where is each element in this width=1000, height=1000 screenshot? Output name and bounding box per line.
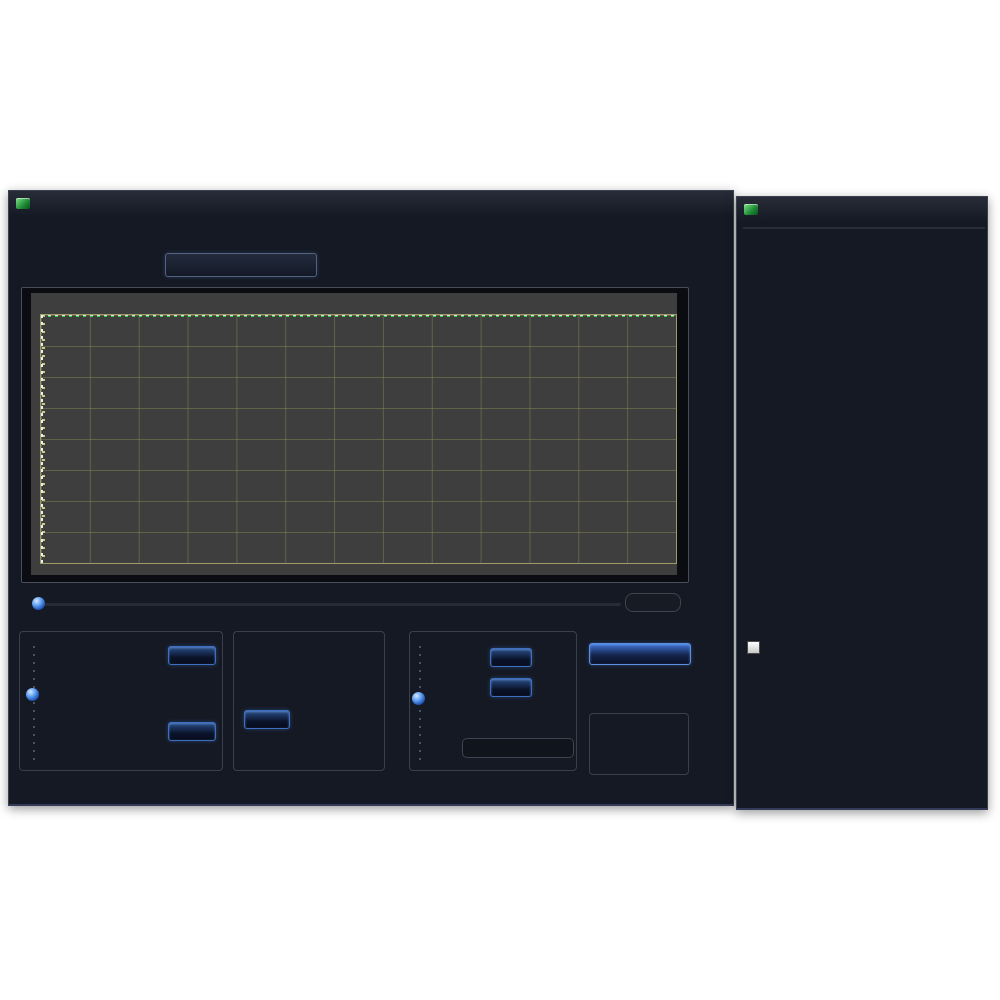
desktop xyxy=(0,0,1000,1000)
param-table xyxy=(743,227,985,229)
position-slider-track[interactable] xyxy=(33,646,35,760)
trigger-up-button-selected[interactable] xyxy=(490,678,532,697)
waveform-parameters-window xyxy=(736,196,988,810)
main-titlebar[interactable] xyxy=(9,191,733,215)
run-button[interactable] xyxy=(589,643,691,665)
persist-group xyxy=(589,713,689,775)
trigger-level-slider-handle[interactable] xyxy=(412,692,425,705)
trigger-level-field[interactable] xyxy=(462,738,574,758)
display-bezel xyxy=(21,287,689,583)
params-titlebar[interactable] xyxy=(737,197,987,221)
position-slider-handle[interactable] xyxy=(26,688,39,701)
trigger-group xyxy=(409,631,577,771)
params-app-icon xyxy=(744,204,758,215)
freq-range-group xyxy=(233,631,385,771)
volts-1v-button-selected[interactable] xyxy=(168,646,216,665)
volts-div-group xyxy=(19,631,223,771)
freq-15k-button-selected[interactable] xyxy=(244,710,290,729)
tab-spectrum-analyzer[interactable] xyxy=(165,253,317,277)
show-on-screen-checkbox[interactable] xyxy=(747,641,760,654)
horizontal-scroll-track[interactable] xyxy=(43,603,621,606)
menu-bar xyxy=(9,215,733,241)
spectrum-display xyxy=(31,293,677,575)
app-icon xyxy=(16,198,30,209)
trigger-on-button-selected[interactable] xyxy=(490,648,532,667)
spectrum-analyzer-window xyxy=(8,190,734,806)
coupling-dc-button-selected[interactable] xyxy=(168,722,216,741)
graticule xyxy=(40,314,677,564)
history-button[interactable] xyxy=(625,593,681,612)
spectrum-trace xyxy=(41,315,676,563)
horizontal-scroll-handle[interactable] xyxy=(32,597,45,610)
